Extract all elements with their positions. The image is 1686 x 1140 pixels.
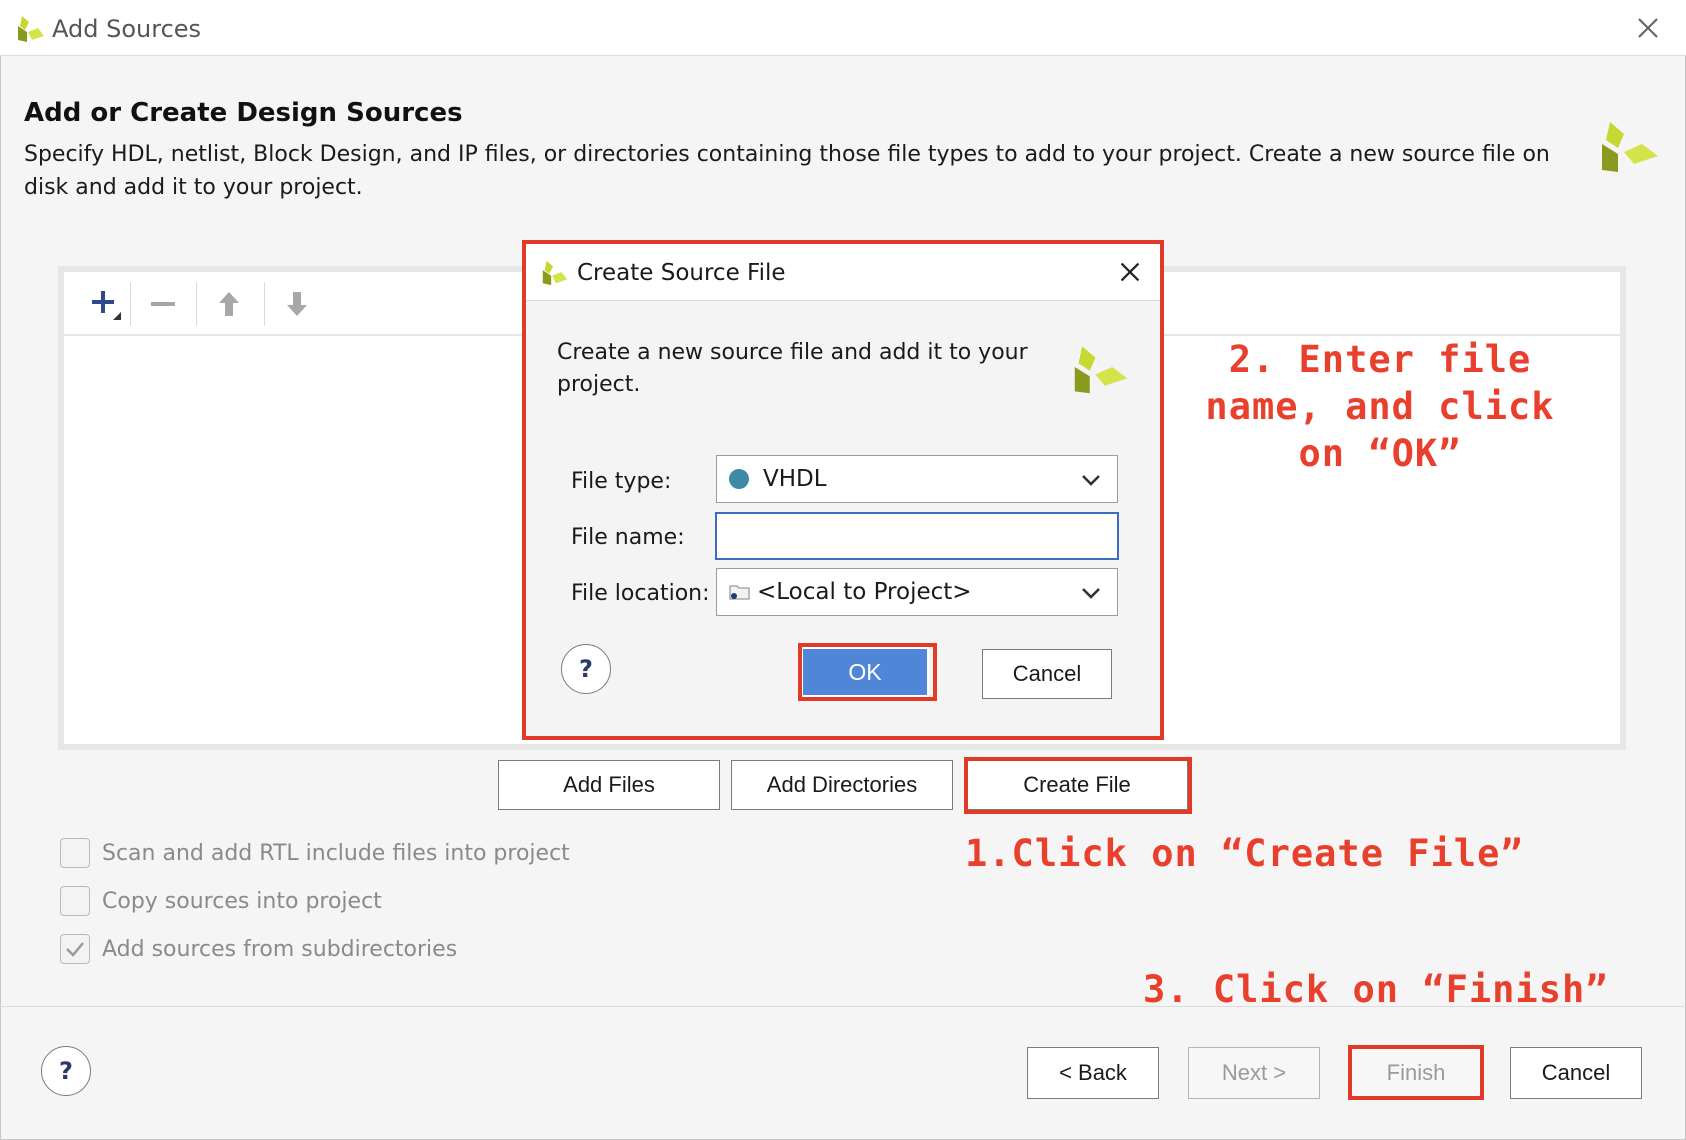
toolbar-separator — [130, 282, 131, 326]
annotation-step2: 2. Enter file name, and click on “OK” — [1190, 336, 1570, 477]
move-down-button[interactable] — [270, 278, 324, 330]
title-bar: Add Sources — [0, 0, 1686, 56]
back-button[interactable]: < Back — [1027, 1047, 1159, 1099]
annotation-step2-line2: name, and click — [1205, 385, 1555, 428]
cancel-button[interactable]: Cancel — [1510, 1047, 1642, 1099]
scan-rtl-checkbox[interactable] — [60, 838, 90, 868]
subdirectories-option[interactable]: Add sources from subdirectories — [60, 934, 457, 964]
ok-highlight — [798, 643, 937, 701]
page-heading: Add or Create Design Sources — [24, 98, 463, 128]
help-button[interactable]: ? — [41, 1046, 91, 1096]
close-icon[interactable] — [1632, 12, 1664, 44]
next-button[interactable]: Next > — [1188, 1047, 1320, 1099]
arrow-down-icon — [287, 292, 307, 316]
arrow-up-icon — [219, 292, 239, 316]
scan-rtl-label: Scan and add RTL include files into proj… — [102, 840, 570, 866]
toolbar-separator — [196, 282, 197, 326]
annotation-step2-line3: on “OK” — [1298, 432, 1462, 475]
annotation-step1: 1.Click on “Create File” — [965, 832, 1524, 875]
minus-icon — [151, 302, 175, 306]
add-source-button[interactable] — [78, 278, 132, 330]
remove-source-button[interactable] — [136, 278, 190, 330]
finish-highlight — [1348, 1045, 1484, 1100]
annotation-step3: 3. Click on “Finish” — [1143, 968, 1609, 1011]
copy-sources-checkbox[interactable] — [60, 886, 90, 916]
annotation-step2-line1: 2. Enter file — [1228, 338, 1532, 381]
copy-sources-option[interactable]: Copy sources into project — [60, 886, 382, 916]
scan-rtl-option[interactable]: Scan and add RTL include files into proj… — [60, 838, 570, 868]
checkmark-icon — [66, 942, 84, 957]
create-file-highlight — [964, 757, 1192, 814]
toolbar-separator — [264, 282, 265, 326]
move-up-button[interactable] — [202, 278, 256, 330]
page-description: Specify HDL, netlist, Block Design, and … — [24, 142, 1550, 200]
window-title: Add Sources — [52, 15, 202, 43]
xilinx-logo-icon — [18, 16, 44, 42]
add-directories-button[interactable]: Add Directories — [731, 760, 953, 810]
subdirectories-checkbox[interactable] — [60, 934, 90, 964]
xilinx-logo-icon — [1602, 122, 1658, 172]
plus-icon — [92, 291, 121, 320]
subdirectories-label: Add sources from subdirectories — [102, 936, 458, 962]
add-files-button[interactable]: Add Files — [498, 760, 720, 810]
copy-sources-label: Copy sources into project — [102, 888, 382, 914]
